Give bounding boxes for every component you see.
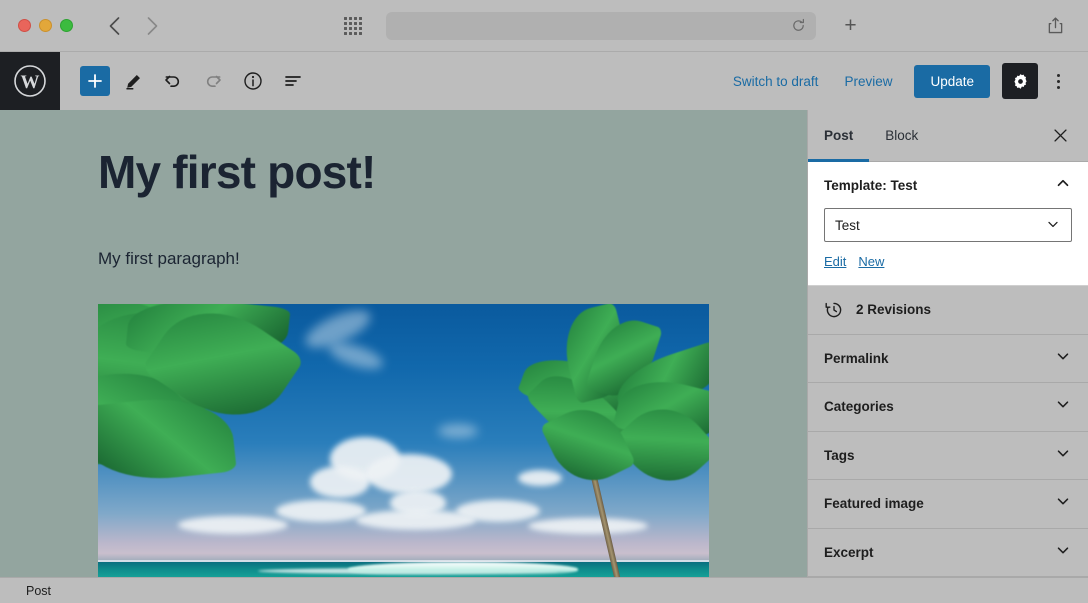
list-view-icon[interactable] <box>276 64 310 98</box>
browser-chrome: + <box>0 0 1088 52</box>
cloud <box>528 517 648 534</box>
maximize-window-button[interactable] <box>60 19 73 32</box>
post-image-block[interactable] <box>98 303 709 577</box>
gear-icon[interactable] <box>1002 63 1038 99</box>
template-select[interactable]: Test <box>824 208 1072 242</box>
template-select-value: Test <box>835 217 860 233</box>
sidebar-row-revisions[interactable]: 2 Revisions <box>808 286 1088 335</box>
editor-header: W Switch to draft Preview Update <box>0 52 1088 110</box>
cloud <box>366 453 452 494</box>
template-panel-header[interactable]: Template: Test <box>824 162 1072 208</box>
settings-sidebar: Post Block Template: Test Test Edit New <box>807 110 1088 577</box>
close-window-button[interactable] <box>18 19 31 32</box>
template-panel: Template: Test Test Edit New <box>808 162 1088 286</box>
chevron-down-icon[interactable] <box>1054 395 1072 418</box>
template-edit-link[interactable]: Edit <box>824 254 846 269</box>
sidebar-row-label: Excerpt <box>824 544 874 560</box>
sidebar-row-excerpt[interactable]: Excerpt <box>808 529 1088 577</box>
wordpress-logo[interactable]: W <box>0 52 60 110</box>
sidebar-row-label: Featured image <box>824 496 924 512</box>
minimize-window-button[interactable] <box>39 19 52 32</box>
sidebar-row-label: Permalink <box>824 350 889 366</box>
sidebar-row-featured-image[interactable]: Featured image <box>808 480 1088 529</box>
info-icon[interactable] <box>236 64 270 98</box>
cloud <box>310 465 370 498</box>
chevron-down-icon <box>1045 216 1061 235</box>
cloud <box>518 469 562 486</box>
new-tab-button[interactable]: + <box>838 13 864 39</box>
breadcrumb[interactable]: Post <box>26 584 51 598</box>
chevron-up-icon[interactable] <box>1054 174 1072 197</box>
grid-icon[interactable] <box>342 15 364 37</box>
switch-to-draft-button[interactable]: Switch to draft <box>721 66 831 97</box>
reload-icon[interactable] <box>791 18 806 33</box>
status-bar: Post <box>0 577 1088 603</box>
back-icon[interactable] <box>103 15 125 37</box>
sidebar-row-label: Tags <box>824 447 855 463</box>
revisions-clock-icon <box>824 300 844 320</box>
chevron-down-icon[interactable] <box>1054 492 1072 515</box>
add-block-button[interactable] <box>80 66 110 96</box>
sidebar-row-categories[interactable]: Categories <box>808 383 1088 432</box>
sidebar-tabs: Post Block <box>808 110 1088 162</box>
tab-block[interactable]: Block <box>869 110 934 162</box>
post-paragraph[interactable]: My first paragraph! <box>98 246 807 272</box>
cloud <box>276 499 366 522</box>
editor-toolbar <box>80 64 310 98</box>
search-input[interactable] <box>385 11 816 40</box>
sidebar-row-label: Categories <box>824 399 894 415</box>
template-new-link[interactable]: New <box>858 254 884 269</box>
pencil-icon[interactable] <box>116 64 150 98</box>
editor-actions: Switch to draft Preview Update <box>721 63 1072 99</box>
cloud <box>356 509 476 530</box>
chevron-down-icon[interactable] <box>1054 444 1072 467</box>
browser-nav <box>103 15 163 37</box>
update-button[interactable]: Update <box>914 64 990 98</box>
undo-icon[interactable] <box>156 64 190 98</box>
tab-post[interactable]: Post <box>808 110 869 162</box>
template-panel-title: Template: Test <box>824 177 918 193</box>
sidebar-row-permalink[interactable]: Permalink <box>808 335 1088 383</box>
editor-canvas[interactable]: My first post! My first paragraph! <box>0 110 807 577</box>
breaking-wave <box>348 561 578 576</box>
preview-button[interactable]: Preview <box>832 66 904 97</box>
chevron-down-icon[interactable] <box>1054 541 1072 564</box>
cloud-wisp <box>438 423 478 438</box>
svg-text:W: W <box>21 72 40 93</box>
traffic-lights <box>18 19 73 32</box>
template-links: Edit New <box>824 254 1072 269</box>
kebab-menu-icon[interactable] <box>1044 63 1072 99</box>
chevron-down-icon[interactable] <box>1054 347 1072 370</box>
cloud <box>178 515 288 534</box>
sidebar-row-tags[interactable]: Tags <box>808 432 1088 480</box>
sidebar-row-label: 2 Revisions <box>856 302 932 318</box>
forward-icon[interactable] <box>141 15 163 37</box>
close-icon[interactable] <box>1046 122 1074 150</box>
redo-icon[interactable] <box>196 64 230 98</box>
share-icon[interactable] <box>1042 13 1068 39</box>
page-title[interactable]: My first post! <box>98 148 807 197</box>
